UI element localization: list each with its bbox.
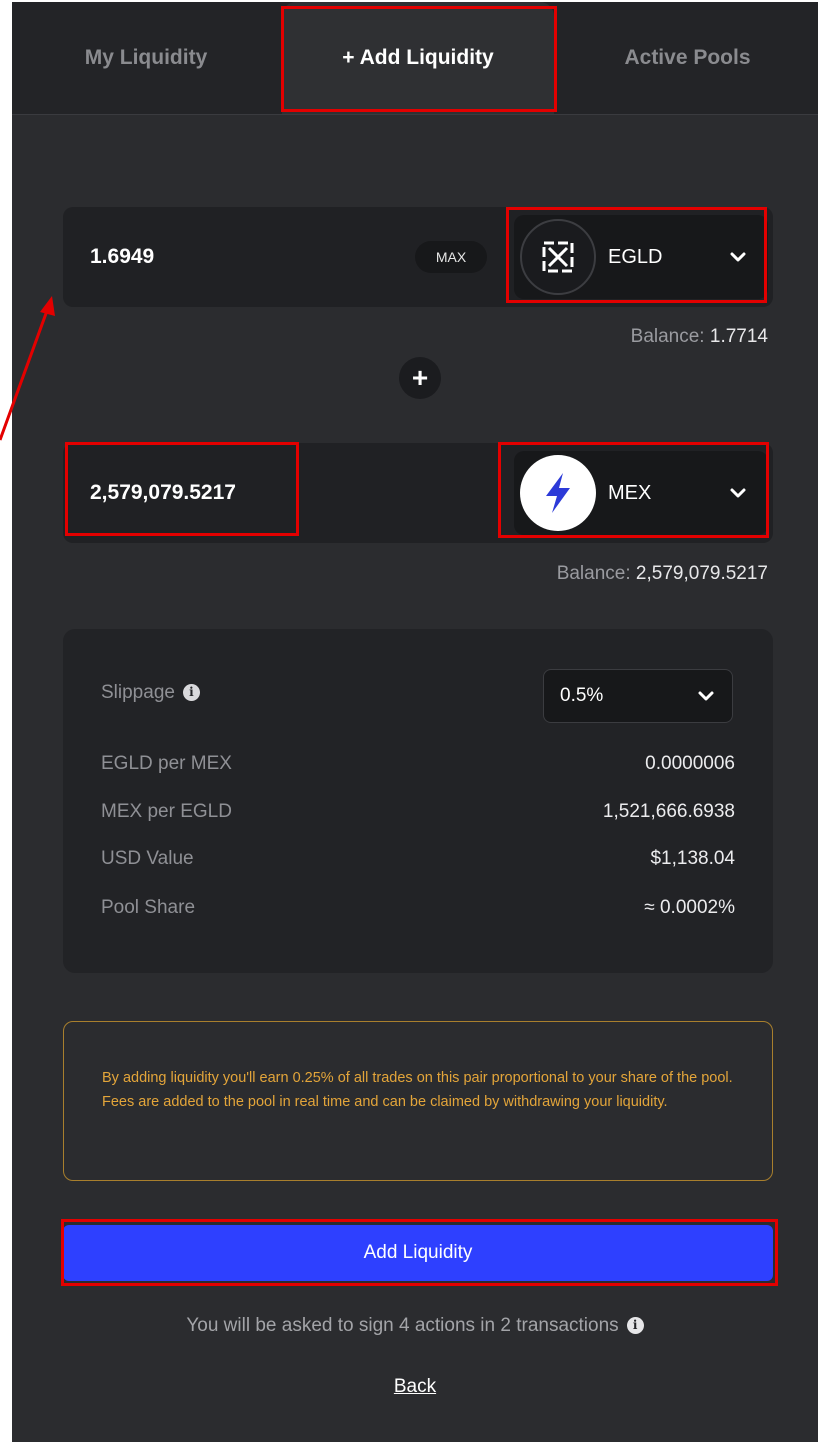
- tab-active-pools[interactable]: Active Pools: [557, 2, 818, 114]
- info-icon[interactable]: i: [182, 684, 200, 701]
- detail-value: 1,521,666.6938: [602, 801, 735, 822]
- chevron-down-icon: [730, 488, 746, 498]
- balance-value: 2,579,079.5217: [635, 563, 768, 584]
- add-liquidity-button[interactable]: Add Liquidity: [63, 1225, 773, 1281]
- back-link[interactable]: Back: [12, 1376, 818, 1398]
- detail-value: 0.0000006: [645, 753, 735, 774]
- first-token-amount-input[interactable]: 1.6949: [90, 207, 154, 307]
- tab-my-liquidity[interactable]: My Liquidity: [12, 2, 280, 114]
- detail-value: $1,138.04: [650, 848, 735, 869]
- pool-details-card: Slippage i 0.5% EGLD per MEX 0.0000006 ME…: [63, 629, 773, 973]
- plus-icon: +: [399, 357, 441, 399]
- sign-actions-note: You will be asked to sign 4 actions in 2…: [12, 1315, 818, 1337]
- slippage-select[interactable]: 0.5%: [543, 669, 733, 723]
- detail-value: ≈ 0.0002%: [644, 897, 735, 918]
- slippage-label-text: Slippage: [101, 682, 175, 703]
- lightning-bolt-icon: [520, 455, 596, 531]
- slippage-label: Slippage i: [101, 682, 200, 704]
- second-token-amount-input[interactable]: 2,579,079.5217: [90, 443, 236, 543]
- sign-actions-text: You will be asked to sign 4 actions in 2…: [186, 1315, 619, 1336]
- balance-value: 1.7714: [709, 326, 768, 347]
- slippage-value: 0.5%: [560, 685, 604, 706]
- first-token-symbol: EGLD: [608, 245, 663, 268]
- egld-logo-icon: [520, 219, 596, 295]
- first-token-balance: Balance: 1.7714: [631, 326, 768, 348]
- info-icon[interactable]: i: [626, 1317, 644, 1334]
- balance-label: Balance:: [556, 563, 631, 584]
- chevron-down-icon: [698, 691, 714, 701]
- tab-bar: My Liquidity + Add Liquidity Active Pool…: [12, 2, 818, 115]
- balance-label: Balance:: [630, 326, 705, 347]
- add-liquidity-panel: My Liquidity + Add Liquidity Active Pool…: [12, 2, 818, 1442]
- fee-notice: By adding liquidity you'll earn 0.25% of…: [63, 1021, 773, 1181]
- detail-label: Pool Share: [101, 897, 196, 918]
- max-button[interactable]: MAX: [415, 241, 487, 273]
- second-token-balance: Balance: 2,579,079.5217: [557, 563, 768, 585]
- second-token-select[interactable]: MEX: [514, 451, 768, 535]
- chevron-down-icon: [730, 252, 746, 262]
- first-token-select[interactable]: EGLD: [514, 215, 768, 299]
- detail-label: EGLD per MEX: [101, 753, 232, 774]
- tab-add-liquidity[interactable]: + Add Liquidity: [282, 2, 554, 114]
- first-token-row: 1.6949 MAX EGLD: [63, 207, 773, 307]
- detail-label: USD Value: [101, 848, 194, 869]
- second-token-row: 2,579,079.5217 MEX: [63, 443, 773, 543]
- fee-notice-text: By adding liquidity you'll earn 0.25% of…: [102, 1070, 733, 1110]
- detail-label: MEX per EGLD: [101, 801, 232, 822]
- second-token-symbol: MEX: [608, 481, 652, 504]
